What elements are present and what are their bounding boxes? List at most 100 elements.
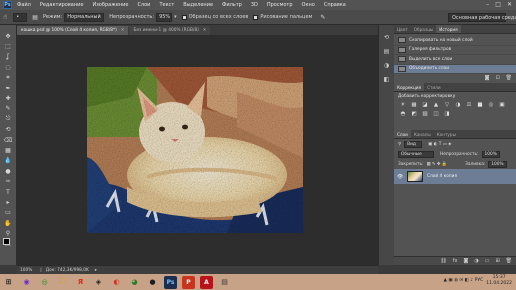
tab-doc-cat[interactable]: кошка.psd @ 100% (Слой 4 копия, RGB/8*) … [17, 26, 129, 35]
group-icon[interactable]: ▭ [485, 258, 490, 264]
close-button[interactable]: ✕ [507, 1, 512, 8]
app-icon[interactable]: ◈ [92, 276, 105, 289]
foreground-color-swatch[interactable] [3, 238, 10, 245]
adjustment-icon[interactable]: ◨ [443, 111, 451, 117]
menu-item-file[interactable]: Файл [17, 2, 31, 8]
workspace-select[interactable]: Основная рабочая среда [448, 13, 516, 22]
menu-item-text[interactable]: Текст [159, 2, 174, 8]
history-brush-icon[interactable]: ⟲ [3, 125, 14, 135]
adjustment-layer-icon[interactable]: ◑ [474, 258, 478, 264]
canvas-area[interactable] [17, 35, 378, 265]
dodge-icon[interactable]: ● [3, 166, 14, 176]
all-layers-checkbox[interactable] [181, 14, 187, 20]
marquee-icon[interactable]: ⬚ [3, 41, 14, 51]
brush-icon[interactable]: ✎ [3, 104, 14, 114]
adjustment-icon[interactable]: ◓ [399, 111, 407, 117]
app-icon[interactable]: ◎ [38, 276, 51, 289]
adjustment-icon[interactable]: ◑ [454, 102, 462, 108]
quick-select-icon[interactable]: ◌ [3, 62, 14, 72]
menu-item-select[interactable]: Выделение [183, 2, 213, 8]
history-item-selected[interactable]: Объединить слои [394, 64, 516, 74]
chrome-icon[interactable]: ◕ [128, 276, 141, 289]
tab-swatches[interactable]: Образцы [411, 25, 437, 33]
maximize-button[interactable]: □ [495, 1, 501, 8]
pressure-icon[interactable]: ✎ [320, 14, 325, 21]
tray-icons[interactable]: ▲ ▣ ◍ ✉ ◧ ♪ РУС [444, 278, 484, 283]
app-icon[interactable]: ◉ [20, 276, 33, 289]
tab-adjustments[interactable]: Коррекция [394, 83, 425, 91]
menu-item-image[interactable]: Изображение [92, 2, 128, 8]
history-dock-icon[interactable]: ⟲ [382, 33, 392, 41]
clone-stamp-icon[interactable]: ⎋ [3, 114, 14, 124]
adjustment-icon[interactable]: ◩ [410, 111, 418, 117]
hand-icon[interactable]: ✋ [3, 218, 14, 228]
acrobat-icon[interactable]: A [200, 275, 213, 289]
lasso-icon[interactable]: ʆ [3, 52, 14, 62]
document-canvas-image[interactable] [87, 67, 303, 233]
yandex-icon[interactable]: Я [74, 276, 87, 289]
type-icon[interactable]: T [3, 187, 14, 197]
tab-paths[interactable]: Контуры [434, 130, 459, 138]
adjustment-icon[interactable]: ▣ [498, 102, 506, 108]
layer-kind-select[interactable]: Вид [404, 140, 423, 148]
trash-icon[interactable]: 🗑 [506, 75, 512, 81]
snapshot-icon[interactable]: ◙ [485, 75, 490, 81]
adjustment-icon[interactable]: ◪ [421, 102, 429, 108]
adjustment-icon[interactable]: ▨ [421, 111, 429, 117]
adjustment-icon[interactable]: ◫ [432, 111, 440, 117]
minimize-button[interactable]: – [486, 1, 489, 8]
camera-icon[interactable]: ⊡ [495, 75, 499, 81]
pen-icon[interactable]: ✑ [3, 176, 14, 186]
app-icon[interactable]: ● [146, 276, 159, 289]
gradient-icon[interactable]: ▦ [3, 145, 14, 155]
clock[interactable]: 15:37 11.04.2022 [486, 275, 512, 286]
blend-mode-select[interactable]: Обычные [398, 150, 434, 158]
opera-icon[interactable]: ◐ [110, 276, 123, 289]
app-icon[interactable]: ▤ [218, 276, 231, 289]
start-icon[interactable]: ⊞ [2, 276, 15, 289]
brush-preset-picker[interactable]: • [13, 12, 28, 22]
menu-item-3d[interactable]: 3D [251, 2, 258, 8]
tab-styles[interactable]: Стили [424, 83, 443, 91]
mode-select[interactable]: Нормальный [64, 12, 105, 22]
move-icon[interactable]: ✥ [3, 31, 14, 41]
opacity-input[interactable]: 95% [156, 12, 173, 22]
adjustment-icon[interactable]: ▽ [443, 102, 451, 108]
history-item[interactable]: Галерея фильтров [394, 46, 516, 55]
adjustment-icon[interactable]: ⚖ [465, 102, 473, 108]
photoshop-icon[interactable]: Ps [164, 275, 177, 289]
link-icon[interactable]: ⛓ [440, 258, 446, 264]
finger-paint-checkbox[interactable] [253, 14, 259, 20]
blur-icon[interactable]: 💧 [3, 156, 14, 166]
menu-item-view[interactable]: Просмотр [267, 2, 293, 8]
lock-icons[interactable]: ▦ ✎ ✥ 🔒 [426, 162, 447, 167]
tab-history[interactable]: История [436, 25, 461, 33]
history-item[interactable]: Выделить все слои [394, 55, 516, 65]
eye-icon[interactable]: 👁 [397, 174, 405, 180]
adjustment-icon[interactable]: ☀ [399, 102, 407, 108]
adjustment-icon[interactable]: ■ [476, 102, 484, 108]
filter-icons[interactable]: ▣ ◐ T ▭ ◈ [428, 142, 451, 147]
healing-icon[interactable]: ✚ [3, 93, 14, 103]
new-layer-icon[interactable]: ⊞ [495, 258, 499, 264]
layer-row[interactable]: 👁 Слой 4 копия [394, 169, 516, 184]
tab-channels[interactable]: Каналы [411, 130, 434, 138]
status-arrow-icon[interactable]: ▸ [95, 268, 97, 273]
fill-input[interactable]: 100% [488, 160, 507, 168]
close-tab-icon[interactable]: ✕ [203, 28, 207, 33]
properties-dock-icon[interactable]: ▤ [382, 47, 392, 55]
tab-doc-untitled[interactable]: Без имени-1 @ 400% (RGB/8) ✕ [129, 26, 211, 35]
adjustment-icon[interactable]: ▲ [432, 102, 440, 108]
powerpoint-icon[interactable]: P [182, 275, 195, 289]
zoom-level[interactable]: 100% [20, 268, 32, 273]
menu-item-help[interactable]: Справка [324, 2, 346, 8]
menu-item-window[interactable]: Окно [302, 2, 315, 8]
path-select-icon[interactable]: ▸ [3, 197, 14, 207]
eyedropper-icon[interactable]: ✒ [3, 83, 14, 93]
adjustment-icon[interactable]: ◎ [487, 102, 495, 108]
layers-dock-icon[interactable]: ◧ [382, 75, 392, 83]
smudge-tool-icon[interactable]: ☝ [3, 13, 7, 21]
layer-name[interactable]: Слой 4 копия [427, 174, 457, 179]
layer-opacity-input[interactable]: 100% [481, 150, 500, 158]
close-tab-icon[interactable]: ✕ [121, 28, 125, 33]
